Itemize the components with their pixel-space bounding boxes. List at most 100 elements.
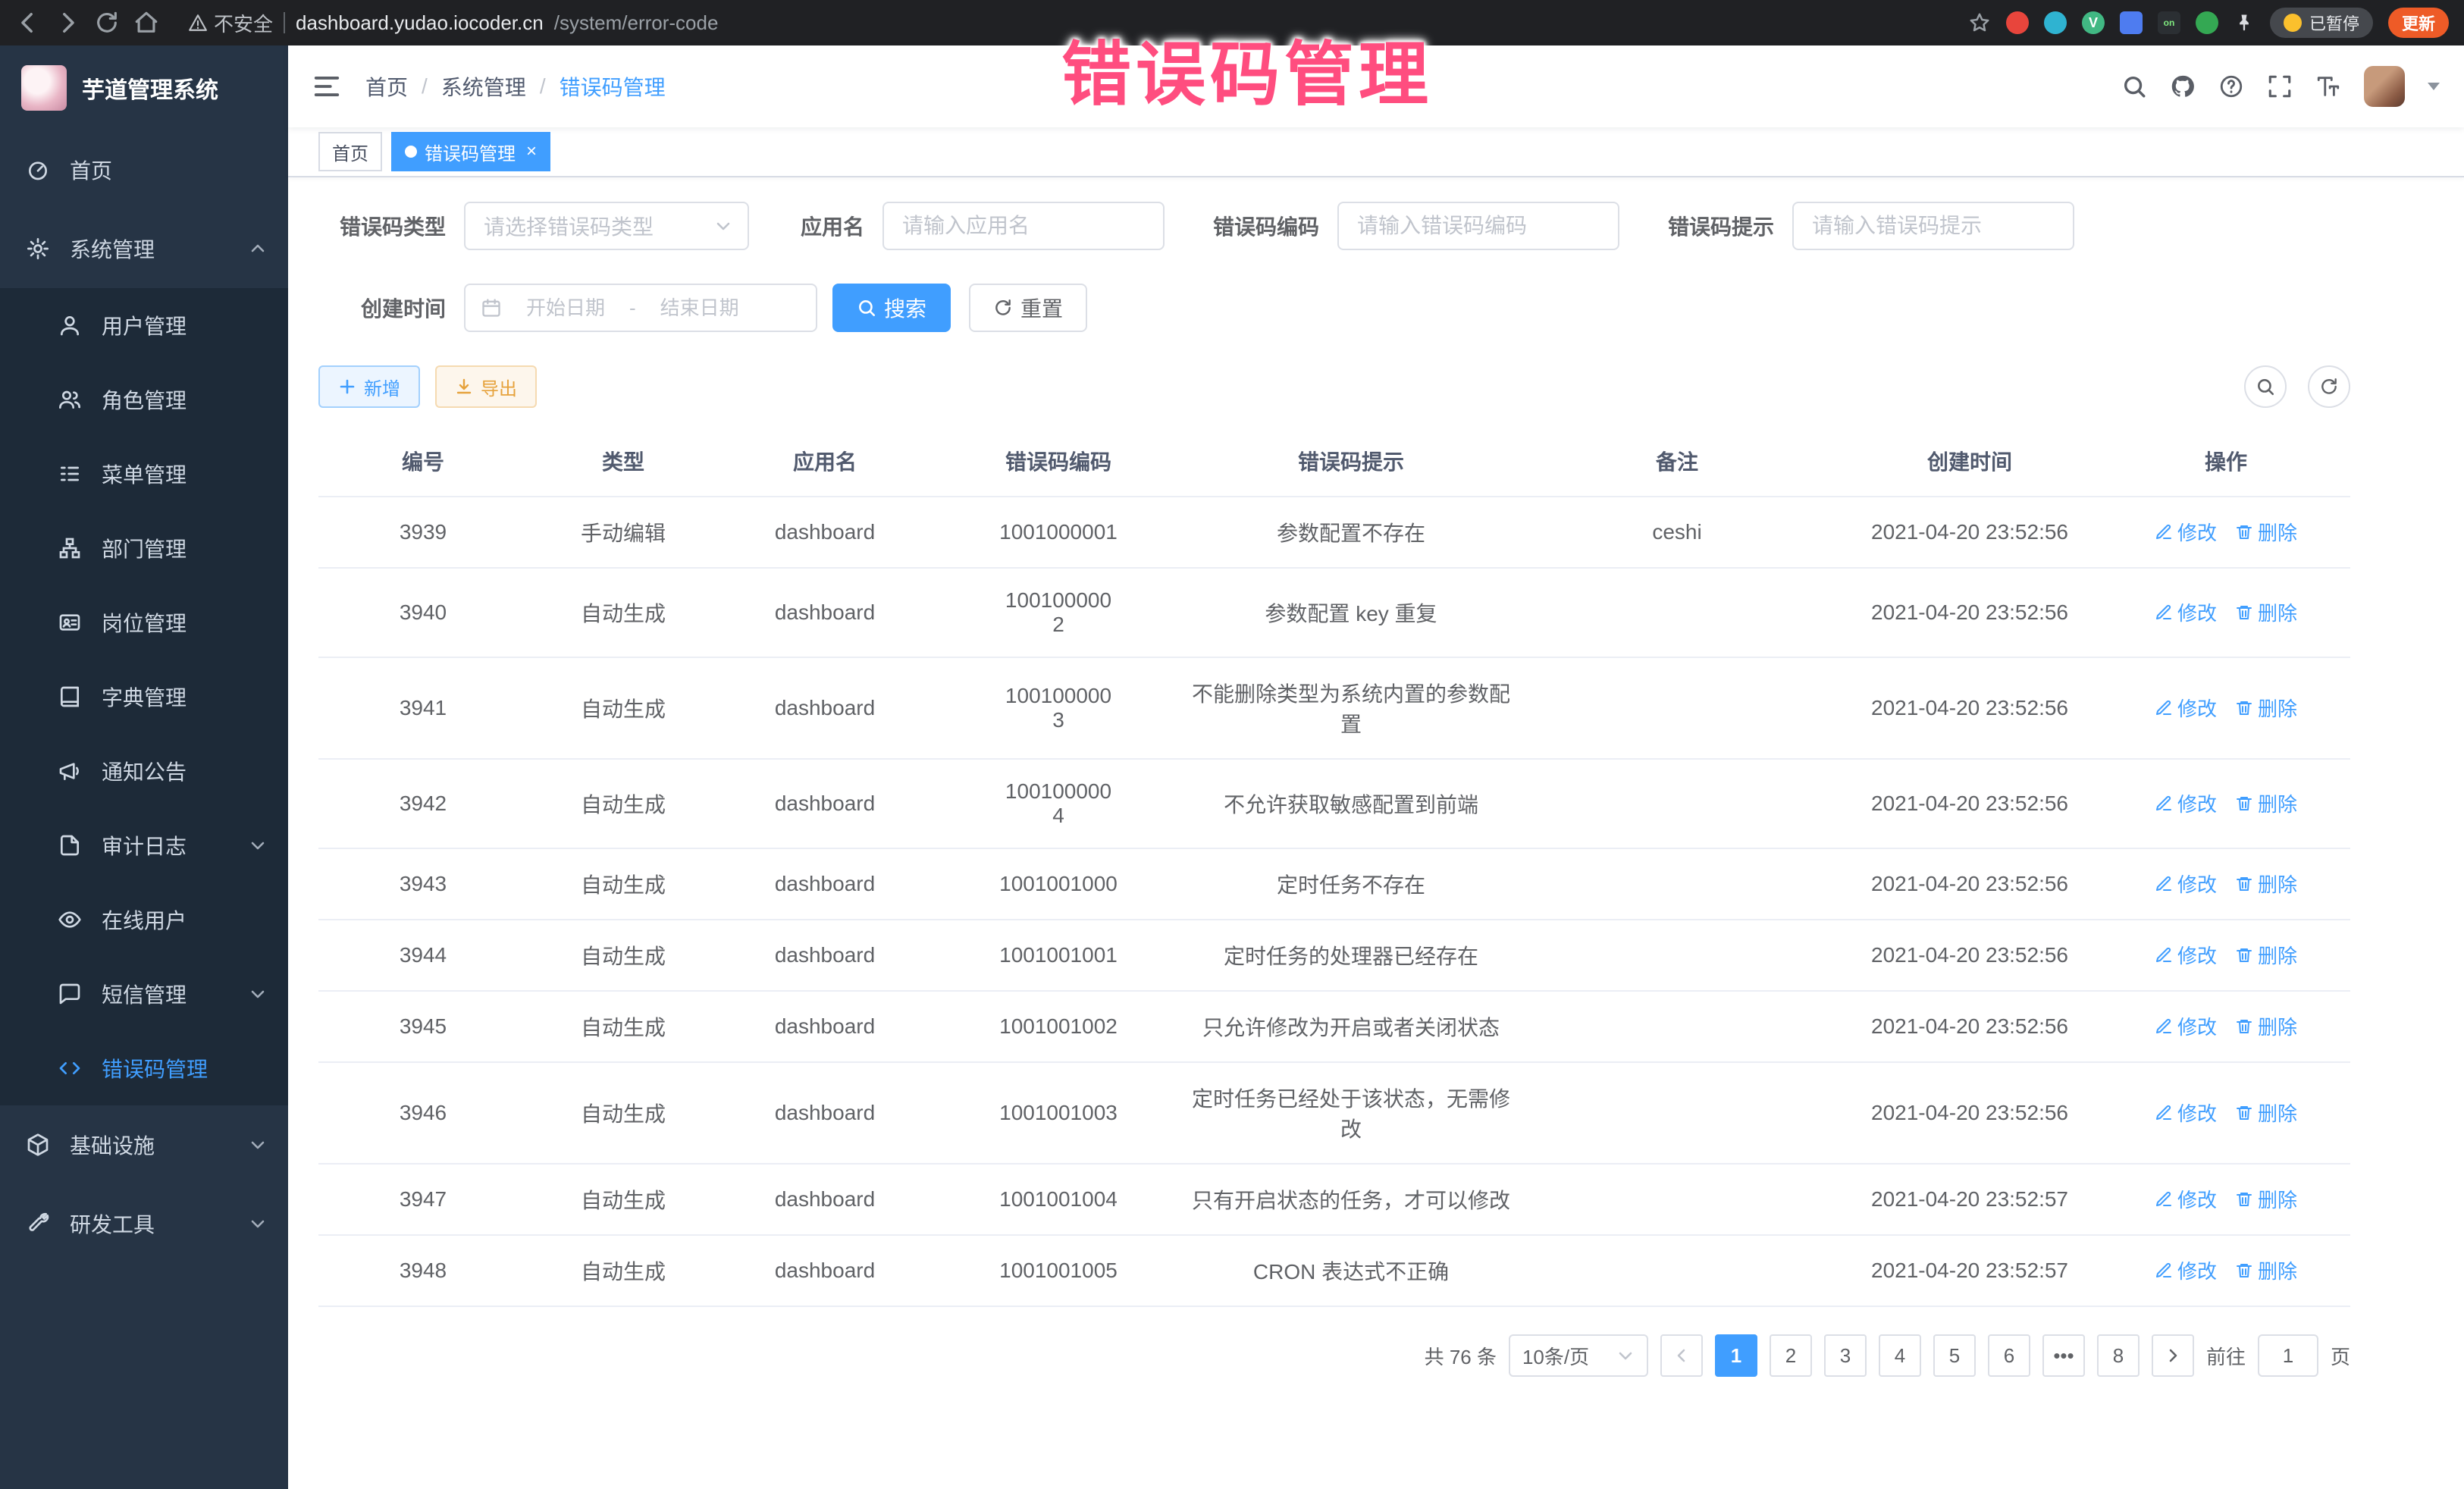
page-button-3[interactable]: 3 (1824, 1334, 1867, 1377)
search-icon[interactable] (2121, 74, 2147, 99)
delete-link[interactable]: 删除 (2235, 694, 2297, 722)
sidebar-item-user-management[interactable]: 用户管理 (0, 288, 288, 362)
delete-link[interactable]: 删除 (2235, 789, 2297, 817)
page-button-6[interactable]: 6 (1988, 1334, 2030, 1377)
github-icon[interactable] (2170, 74, 2196, 99)
add-button[interactable]: 新增 (318, 365, 420, 408)
sidebar-item-role-management[interactable]: 角色管理 (0, 362, 288, 437)
sidebar-item-post-management[interactable]: 岗位管理 (0, 585, 288, 660)
bookmark-star-icon[interactable] (1968, 11, 1991, 34)
edit-icon (2155, 946, 2173, 964)
sidebar-item-department-management[interactable]: 部门管理 (0, 511, 288, 585)
sidebar-item-online-users[interactable]: 在线用户 (0, 882, 288, 957)
export-button[interactable]: 导出 (435, 365, 537, 408)
font-size-icon[interactable] (2315, 74, 2341, 99)
extension-icon-red[interactable] (2006, 11, 2029, 34)
next-page-button[interactable] (2152, 1334, 2194, 1377)
edit-link[interactable]: 修改 (2155, 518, 2217, 546)
edit-link[interactable]: 修改 (2155, 870, 2217, 898)
chevron-down-icon (249, 985, 267, 1003)
sidebar-item-infrastructure[interactable]: 基础设施 (0, 1105, 288, 1184)
app-name-input[interactable] (882, 202, 1165, 250)
end-date-input[interactable] (645, 296, 754, 320)
start-date-input[interactable] (511, 296, 620, 320)
logo-row[interactable]: 芋道管理系统 (0, 45, 288, 130)
delete-link[interactable]: 删除 (2235, 598, 2297, 626)
address-divider (284, 12, 285, 33)
delete-link[interactable]: 删除 (2235, 1012, 2297, 1040)
edit-link[interactable]: 修改 (2155, 789, 2217, 817)
hamburger-icon[interactable] (312, 72, 341, 101)
edit-link[interactable]: 修改 (2155, 598, 2217, 626)
tag-error-code-management[interactable]: 错误码管理 × (391, 132, 550, 171)
page-button-2[interactable]: 2 (1770, 1334, 1812, 1377)
avatar-caret-icon[interactable] (2428, 83, 2440, 90)
extension-icon-green[interactable] (2196, 11, 2218, 34)
edit-link[interactable]: 修改 (2155, 1012, 2217, 1040)
toggle-search-button[interactable] (2244, 365, 2287, 408)
breadcrumb-home[interactable]: 首页 (365, 71, 408, 102)
delete-link[interactable]: 删除 (2235, 1185, 2297, 1213)
page-button-5[interactable]: 5 (1933, 1334, 1976, 1377)
filter-label: 创建时间 (318, 293, 464, 323)
fullscreen-icon[interactable] (2267, 74, 2293, 99)
date-range-picker[interactable]: - (464, 284, 817, 332)
table-row: 3945自动生成dashboard1001001002只允许修改为开启或者关闭状… (318, 991, 2350, 1062)
help-icon[interactable] (2218, 74, 2244, 99)
sidebar-item-audit-log[interactable]: 审计日志 (0, 808, 288, 882)
paused-badge[interactable]: 已暂停 (2270, 8, 2373, 38)
refresh-table-button[interactable] (2308, 365, 2350, 408)
page-size-select[interactable]: 10条/页 (1509, 1334, 1648, 1377)
browser-reload-icon[interactable] (94, 10, 120, 36)
delete-link[interactable]: 删除 (2235, 870, 2297, 898)
tag-close-icon[interactable]: × (526, 143, 537, 161)
edit-link[interactable]: 修改 (2155, 1256, 2217, 1284)
edit-link[interactable]: 修改 (2155, 1099, 2217, 1127)
sidebar-item-menu-management[interactable]: 菜单管理 (0, 437, 288, 511)
browser-forward-icon[interactable] (55, 10, 80, 36)
delete-link[interactable]: 删除 (2235, 518, 2297, 546)
browser-home-icon[interactable] (133, 10, 159, 36)
filter-label: 错误码提示 (1647, 211, 1792, 241)
column-header-id: 编号 (318, 426, 528, 497)
delete-link[interactable]: 删除 (2235, 1099, 2297, 1127)
prev-page-button[interactable] (1660, 1334, 1703, 1377)
sidebar-item-dict-management[interactable]: 字典管理 (0, 660, 288, 734)
sidebar-item-system-management[interactable]: 系统管理 (0, 209, 288, 288)
edit-link[interactable]: 修改 (2155, 694, 2217, 722)
address-bar[interactable]: 不安全 dashboard.yudao.iocoder.cn/system/er… (188, 9, 1955, 37)
extension-icon-teal[interactable] (2044, 11, 2067, 34)
page-button-1[interactable]: 1 (1715, 1334, 1757, 1377)
sidebar: 芋道管理系统 首页 系统管理 用户管理 角色管理 (0, 45, 288, 1489)
browser-back-icon[interactable] (15, 10, 41, 36)
reset-button[interactable]: 重置 (969, 284, 1087, 332)
delete-link[interactable]: 删除 (2235, 1256, 2297, 1284)
sidebar-item-home[interactable]: 首页 (0, 130, 288, 209)
error-hint-input[interactable] (1792, 202, 2074, 250)
edit-link[interactable]: 修改 (2155, 1185, 2217, 1213)
page-button-8[interactable]: 8 (2097, 1334, 2140, 1377)
search-button[interactable]: 搜索 (832, 284, 951, 332)
warning-icon (188, 13, 208, 33)
breadcrumb-system[interactable]: 系统管理 (441, 71, 526, 102)
extension-icon-blue-grid[interactable] (2120, 11, 2143, 34)
sidebar-item-sms-management[interactable]: 短信管理 (0, 957, 288, 1031)
pin-icon[interactable] (2234, 12, 2255, 33)
sidebar-item-error-code-management[interactable]: 错误码管理 (0, 1031, 288, 1105)
goto-page-input[interactable] (2258, 1334, 2318, 1377)
tag-home[interactable]: 首页 (318, 132, 382, 171)
column-header-app: 应用名 (719, 426, 931, 497)
edit-link[interactable]: 修改 (2155, 941, 2217, 969)
error-code-type-select[interactable]: 请选择错误码类型 (464, 202, 749, 250)
error-code-input[interactable] (1337, 202, 1619, 250)
delete-link[interactable]: 删除 (2235, 941, 2297, 969)
sidebar-item-dev-tools[interactable]: 研发工具 (0, 1184, 288, 1263)
security-warning[interactable]: 不安全 (188, 9, 273, 37)
update-button[interactable]: 更新 (2388, 8, 2449, 38)
page-button-4[interactable]: 4 (1879, 1334, 1921, 1377)
vue-devtools-icon[interactable]: V (2082, 11, 2105, 34)
avatar[interactable] (2364, 66, 2405, 107)
sidebar-item-notice[interactable]: 通知公告 (0, 734, 288, 808)
extension-icon-on-badge[interactable]: on (2158, 11, 2180, 34)
more-pages-button[interactable]: ••• (2042, 1334, 2085, 1377)
